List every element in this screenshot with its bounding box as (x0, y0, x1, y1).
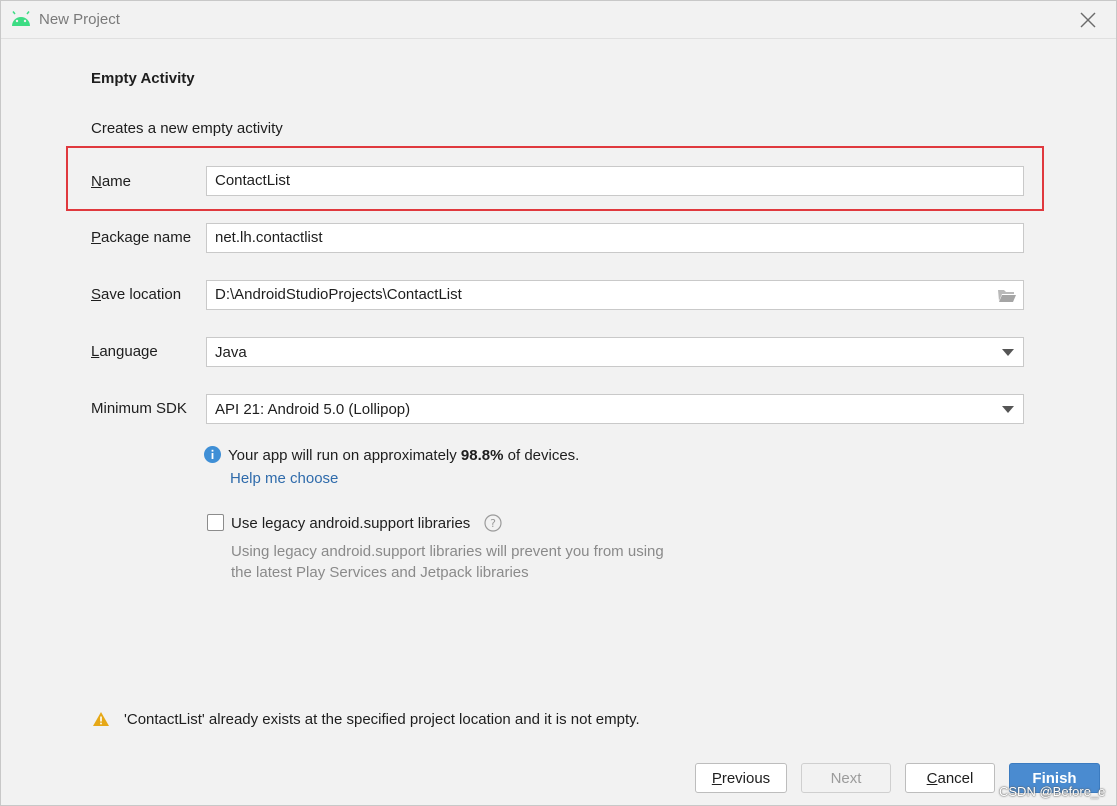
page-description: Creates a new empty activity (91, 120, 283, 137)
language-select[interactable]: Java (206, 337, 1024, 367)
warning-icon (93, 712, 109, 726)
save-location-input[interactable]: D:\AndroidStudioProjects\ContactList (206, 280, 1024, 310)
watermark: CSDN @Before_e (999, 784, 1106, 799)
next-button[interactable]: Next (801, 763, 891, 793)
name-input[interactable]: ContactList (206, 166, 1024, 196)
save-location-value: D:\AndroidStudioProjects\ContactList (215, 286, 462, 303)
previous-button[interactable]: Previous (695, 763, 787, 793)
minimum-sdk-value: API 21: Android 5.0 (Lollipop) (215, 401, 411, 418)
title-bar: New Project (1, 1, 1116, 39)
package-name-input[interactable]: net.lh.contactlist (206, 223, 1024, 253)
chevron-down-icon (1002, 406, 1014, 413)
name-input-value: ContactList (215, 172, 291, 189)
question-icon[interactable]: ? (484, 514, 502, 532)
cancel-button[interactable]: Cancel (905, 763, 995, 793)
chevron-down-icon (1002, 349, 1014, 356)
info-icon (204, 446, 221, 463)
minimum-sdk-select[interactable]: API 21: Android 5.0 (Lollipop) (206, 394, 1024, 424)
help-me-choose-link[interactable]: Help me choose (230, 470, 338, 487)
name-label: Name (91, 173, 132, 190)
save-location-label: Save location (91, 286, 182, 303)
legacy-support-checkbox[interactable] (207, 514, 224, 531)
window-title: New Project (39, 11, 120, 28)
package-name-label: Package name (91, 229, 192, 246)
close-icon[interactable] (1078, 10, 1098, 30)
device-coverage-text: Your app will run on approximately 98.8%… (228, 447, 580, 464)
android-icon (12, 11, 30, 26)
language-label: Language (91, 343, 158, 360)
project-exists-warning: 'ContactList' already exists at the spec… (124, 711, 640, 728)
minimum-sdk-label: Minimum SDK (91, 400, 187, 417)
legacy-support-note: Using legacy android.support libraries w… (231, 543, 664, 581)
svg-text:?: ? (490, 517, 496, 530)
coverage-percent: 98.8% (460, 447, 504, 464)
page-title: Empty Activity (91, 70, 195, 87)
package-name-value: net.lh.contactlist (215, 229, 323, 246)
language-value: Java (215, 344, 247, 361)
new-project-dialog: New Project Empty Activity Creates a new… (0, 0, 1117, 806)
legacy-support-label[interactable]: Use legacy android.support libraries (231, 515, 470, 532)
folder-icon[interactable] (997, 286, 1017, 304)
